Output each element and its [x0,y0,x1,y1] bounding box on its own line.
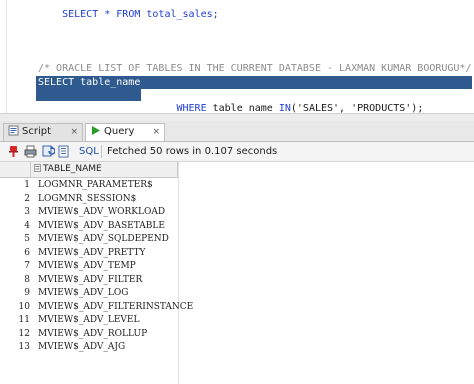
table-name-cell[interactable]: MVIEW$_ADV_FILTERINSTANCE [38,301,193,314]
grid-column-border [178,162,179,384]
selected-code-text: FROM user_tables [62,103,171,113]
row-number: 6 [24,247,30,258]
sql-editor[interactable]: SELECT * FROM total_sales; /* ORACLE LIS… [0,0,474,113]
row-number: 4 [24,220,30,231]
sql-link[interactable]: SQL [79,145,99,158]
fetch-status-text: Fetched 50 rows in 0.107 seconds [107,146,278,157]
row-number: 5 [24,234,30,244]
row-number: 11 [18,315,30,325]
export-icon[interactable] [58,145,71,158]
grid-corner[interactable] [0,162,31,177]
table-row[interactable]: 7 MVIEW$_ADV_TEMP [0,260,178,273]
refresh-icon[interactable] [42,145,55,158]
code-line-select-table-name[interactable]: SELECT table_name [38,76,140,89]
code-comment-line[interactable]: /* ORACLE LIST OF TABLES IN THE CURRENT … [38,62,471,75]
table-row[interactable]: 9 MVIEW$_ADV_LOG [0,287,178,300]
table-row[interactable]: 6 MVIEW$_ADV_PRETTY [0,247,178,260]
close-icon[interactable]: × [70,124,78,140]
table-name-cell[interactable]: LOGMNR_PARAMETER$ [38,179,153,192]
row-number: 1 [24,180,30,190]
tab-query-result[interactable]: Query Result × [85,123,165,153]
table-row[interactable]: 13 MVIEW$_ADV_AJG [0,341,178,354]
code-text: * [98,9,117,20]
code-line-from-user-tables[interactable]: FROM user_tables WHERE table_name IN('SA… [38,89,423,113]
table-row[interactable]: 11 MVIEW$_ADV_LEVEL [0,314,178,327]
print-icon[interactable] [24,145,37,158]
keyword: WHERE [170,103,207,113]
row-number: 2 [24,193,30,204]
result-toolbar: SQL Fetched 50 rows in 0.107 seconds [0,142,474,162]
table-row[interactable]: 4 MVIEW$_ADV_BASETABLE [0,220,178,233]
row-number: 12 [18,328,30,339]
pin-icon[interactable] [7,145,20,158]
toolbar-divider [101,145,102,158]
table-row[interactable]: 2 LOGMNR_SESSION$ [0,193,178,206]
green-play-icon [92,126,100,135]
row-number: 10 [18,301,30,312]
table-name-cell[interactable]: MVIEW$_ADV_AJG [38,341,125,354]
table-name-cell[interactable]: MVIEW$_ADV_ROLLUP [38,328,147,341]
table-name-cell[interactable]: MVIEW$_ADV_PRETTY [38,247,145,260]
script-output-icon [8,125,19,136]
keyword: IN [278,103,291,113]
keyword: FROM [116,9,141,20]
column-header-table-name[interactable]: TABLE_NAME [31,162,178,177]
table-name-cell[interactable]: MVIEW$_ADV_BASETABLE [38,220,165,233]
column-header-label: TABLE_NAME [43,164,102,174]
row-number: 8 [24,274,30,285]
table-name-cell[interactable]: LOGMNR_SESSION$ [38,193,136,206]
table-name-cell[interactable]: MVIEW$_ADV_LOG [38,287,128,300]
code-text: table_name [206,103,279,113]
table-row[interactable]: 3 MVIEW$_ADV_WORKLOAD [0,206,178,219]
table-name-cell[interactable]: MVIEW$_ADV_WORKLOAD [38,206,165,219]
table-row[interactable]: 10 MVIEW$_ADV_FILTERINSTANCE [0,301,194,314]
grid-header: TABLE_NAME [0,162,178,178]
code-text: ('SALES', 'PRODUCTS'); [290,103,424,113]
code-line-select-total-sales[interactable]: SELECT * FROM total_sales; [38,0,219,20]
table-row[interactable]: 8 MVIEW$_ADV_FILTER [0,274,178,287]
editor-gutter [0,0,7,113]
row-number: 13 [18,342,30,352]
output-tab-bar: Script Output × Query Result × [0,121,474,153]
table-row[interactable]: 1 LOGMNR_PARAMETER$ [0,179,178,192]
row-number: 9 [24,288,30,298]
tab-script-output[interactable]: Script Output × [3,123,83,153]
keyword: SELECT [62,9,99,20]
table-row[interactable]: 12 MVIEW$_ADV_ROLLUP [0,328,178,341]
row-number: 7 [24,261,30,271]
close-icon[interactable]: × [152,124,160,140]
table-name-cell[interactable]: MVIEW$_ADV_SQLDEPEND [38,233,169,246]
row-number: 3 [24,207,30,217]
table-row[interactable]: 5 MVIEW$_ADV_SQLDEPEND [0,233,178,246]
result-grid: TABLE_NAME 1 LOGMNR_PARAMETER$ 2 LOGMNR_SE… [0,162,474,384]
table-name-cell[interactable]: MVIEW$_ADV_LEVEL [38,314,139,327]
code-text: total_sales; [140,9,219,20]
table-name-cell[interactable]: MVIEW$_ADV_TEMP [38,260,136,273]
column-sort-icon [34,164,41,172]
table-name-cell[interactable]: MVIEW$_ADV_FILTER [38,274,142,287]
